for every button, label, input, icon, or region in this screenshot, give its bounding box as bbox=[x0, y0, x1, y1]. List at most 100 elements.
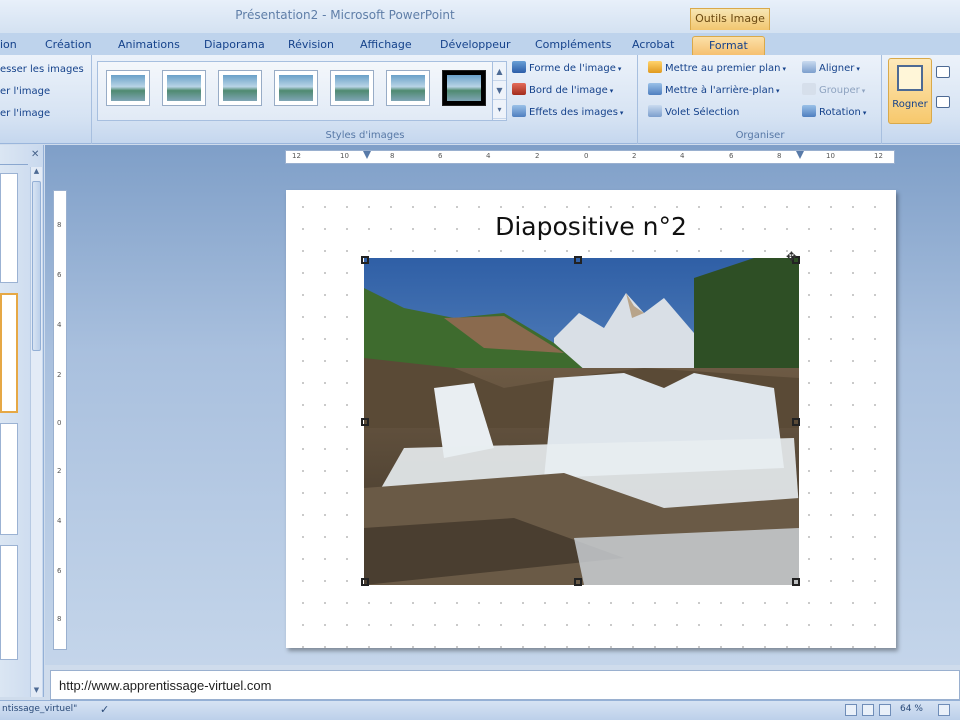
send-back-label: Mettre à l'arrière-plan bbox=[665, 85, 775, 96]
slide-sorter-icon[interactable] bbox=[862, 704, 874, 716]
notes-pane[interactable]: http://www.apprentissage-virtuel.com bbox=[50, 670, 960, 700]
tab-animations[interactable]: Animations bbox=[118, 36, 180, 55]
tab-affichage[interactable]: Affichage bbox=[360, 36, 412, 55]
context-tab-label: Outils Image bbox=[690, 8, 770, 30]
align-button[interactable]: Aligner ▾ bbox=[802, 60, 860, 78]
dropdown-icon: ▾ bbox=[617, 65, 622, 73]
style-thumb-4[interactable] bbox=[274, 70, 318, 106]
height-field-icon[interactable] bbox=[936, 65, 953, 83]
selection-pane-icon bbox=[648, 105, 662, 117]
resize-handle[interactable] bbox=[792, 418, 800, 426]
style-thumb-6[interactable] bbox=[386, 70, 430, 106]
ruler-label: 0 bbox=[57, 419, 62, 427]
crop-label: Rogner bbox=[892, 99, 928, 110]
style-thumb-3[interactable] bbox=[218, 70, 262, 106]
ruler-label: 2 bbox=[57, 467, 62, 475]
tab-developpeur[interactable]: Développeur bbox=[440, 36, 511, 55]
ruler-marker[interactable] bbox=[363, 151, 371, 159]
adjust-group: esser les images er l'image er l'image bbox=[0, 55, 92, 144]
waterfall-image[interactable] bbox=[364, 258, 799, 585]
tab-complements[interactable]: Compléments bbox=[535, 36, 611, 55]
slides-tab[interactable] bbox=[0, 151, 28, 165]
zoom-out-icon[interactable] bbox=[938, 704, 950, 716]
align-icon bbox=[802, 61, 816, 73]
ruler-label: 6 bbox=[57, 567, 62, 575]
image-styles-gallery: ▲ ▼ ▾ bbox=[97, 61, 507, 121]
resize-handle[interactable] bbox=[792, 578, 800, 586]
slideshow-icon[interactable] bbox=[879, 704, 891, 716]
gallery-scroll[interactable]: ▲ ▼ ▾ bbox=[492, 62, 506, 120]
slides-panel: ✕ ▲ ▼ bbox=[0, 145, 44, 697]
zoom-level[interactable]: 64 % bbox=[900, 704, 923, 714]
close-icon[interactable]: ✕ bbox=[31, 149, 39, 160]
ribbon-tabs: ion Création Animations Diaporama Révisi… bbox=[0, 33, 960, 55]
slide-thumb-2[interactable] bbox=[0, 293, 18, 413]
dropdown-icon: ▾ bbox=[619, 109, 624, 117]
slide-title[interactable]: Diapositive n°2 bbox=[286, 212, 896, 241]
slide-thumb-3[interactable] bbox=[0, 423, 18, 535]
resize-handle[interactable] bbox=[361, 256, 369, 264]
change-image-label: er l'image bbox=[0, 86, 51, 97]
gallery-down-icon[interactable]: ▼ bbox=[493, 81, 506, 100]
resize-handle[interactable] bbox=[361, 578, 369, 586]
bring-front-button[interactable]: Mettre au premier plan ▾ bbox=[648, 60, 786, 78]
notes-text[interactable]: http://www.apprentissage-virtuel.com bbox=[59, 678, 271, 693]
slide-thumb-4[interactable] bbox=[0, 545, 18, 660]
group-label: Grouper bbox=[819, 85, 860, 96]
send-back-icon bbox=[648, 83, 662, 95]
gallery-more-icon[interactable]: ▾ bbox=[493, 100, 506, 119]
spellcheck-icon[interactable]: ✓ bbox=[100, 703, 109, 716]
border-icon bbox=[512, 83, 526, 95]
tab-creation[interactable]: Création bbox=[45, 36, 92, 55]
send-back-button[interactable]: Mettre à l'arrière-plan ▾ bbox=[648, 82, 780, 100]
shape-label: Forme de l'image bbox=[529, 63, 616, 74]
ruler-label: 8 bbox=[57, 221, 62, 229]
ruler-label: 10 bbox=[826, 152, 835, 160]
ruler-label: 8 bbox=[57, 615, 62, 623]
selection-pane-button[interactable]: Volet Sélection bbox=[648, 104, 739, 122]
scroll-down-icon[interactable]: ▼ bbox=[31, 686, 42, 697]
change-image-button[interactable]: er l'image bbox=[0, 83, 50, 101]
bring-front-label: Mettre au premier plan bbox=[665, 63, 781, 74]
dropdown-icon: ▾ bbox=[861, 87, 866, 95]
align-label: Aligner bbox=[819, 63, 855, 74]
style-thumb-7[interactable] bbox=[442, 70, 486, 106]
ruler-label: 2 bbox=[535, 152, 540, 160]
tab-diaporama[interactable]: Diaporama bbox=[204, 36, 265, 55]
style-thumb-1[interactable] bbox=[106, 70, 150, 106]
width-field-icon[interactable] bbox=[936, 95, 953, 113]
resize-handle[interactable] bbox=[574, 256, 582, 264]
crop-button[interactable]: Rogner bbox=[888, 58, 932, 124]
style-thumb-5[interactable] bbox=[330, 70, 374, 106]
ruler-label: 12 bbox=[292, 152, 301, 160]
scroll-up-icon[interactable]: ▲ bbox=[31, 167, 42, 178]
slides-scrollbar[interactable]: ▲ ▼ bbox=[30, 167, 42, 697]
horizontal-ruler: 12 10 8 6 4 2 0 2 4 6 8 10 12 bbox=[285, 150, 895, 164]
ruler-marker[interactable] bbox=[796, 151, 804, 159]
tab-format[interactable]: Format bbox=[692, 36, 765, 55]
group-icon bbox=[802, 83, 816, 95]
rotate-button[interactable]: Rotation ▾ bbox=[802, 104, 866, 122]
style-thumb-2[interactable] bbox=[162, 70, 206, 106]
resize-handle[interactable] bbox=[574, 578, 582, 586]
scroll-thumb[interactable] bbox=[32, 181, 41, 351]
border-button[interactable]: Bord de l'image ▾ bbox=[512, 82, 613, 100]
tab-revision[interactable]: Révision bbox=[288, 36, 334, 55]
ruler-label: 2 bbox=[57, 371, 62, 379]
rotate-handle-icon[interactable]: ✥ bbox=[786, 250, 797, 265]
slide-thumb-1[interactable] bbox=[0, 173, 18, 283]
group-button[interactable]: Grouper ▾ bbox=[802, 82, 865, 100]
reset-image-button[interactable]: er l'image bbox=[0, 105, 50, 123]
effects-button[interactable]: Effets des images ▾ bbox=[512, 104, 623, 122]
shape-button[interactable]: Forme de l'image ▾ bbox=[512, 60, 621, 78]
ruler-label: 6 bbox=[729, 152, 734, 160]
compress-button[interactable]: esser les images bbox=[0, 61, 84, 79]
rotate-label: Rotation bbox=[819, 107, 861, 118]
resize-handle[interactable] bbox=[361, 418, 369, 426]
normal-view-icon[interactable] bbox=[845, 704, 857, 716]
tab-accueil[interactable]: ion bbox=[0, 36, 17, 55]
dropdown-icon: ▾ bbox=[609, 87, 614, 95]
gallery-up-icon[interactable]: ▲ bbox=[493, 62, 506, 81]
effects-icon bbox=[512, 105, 526, 117]
tab-acrobat[interactable]: Acrobat bbox=[632, 36, 674, 55]
